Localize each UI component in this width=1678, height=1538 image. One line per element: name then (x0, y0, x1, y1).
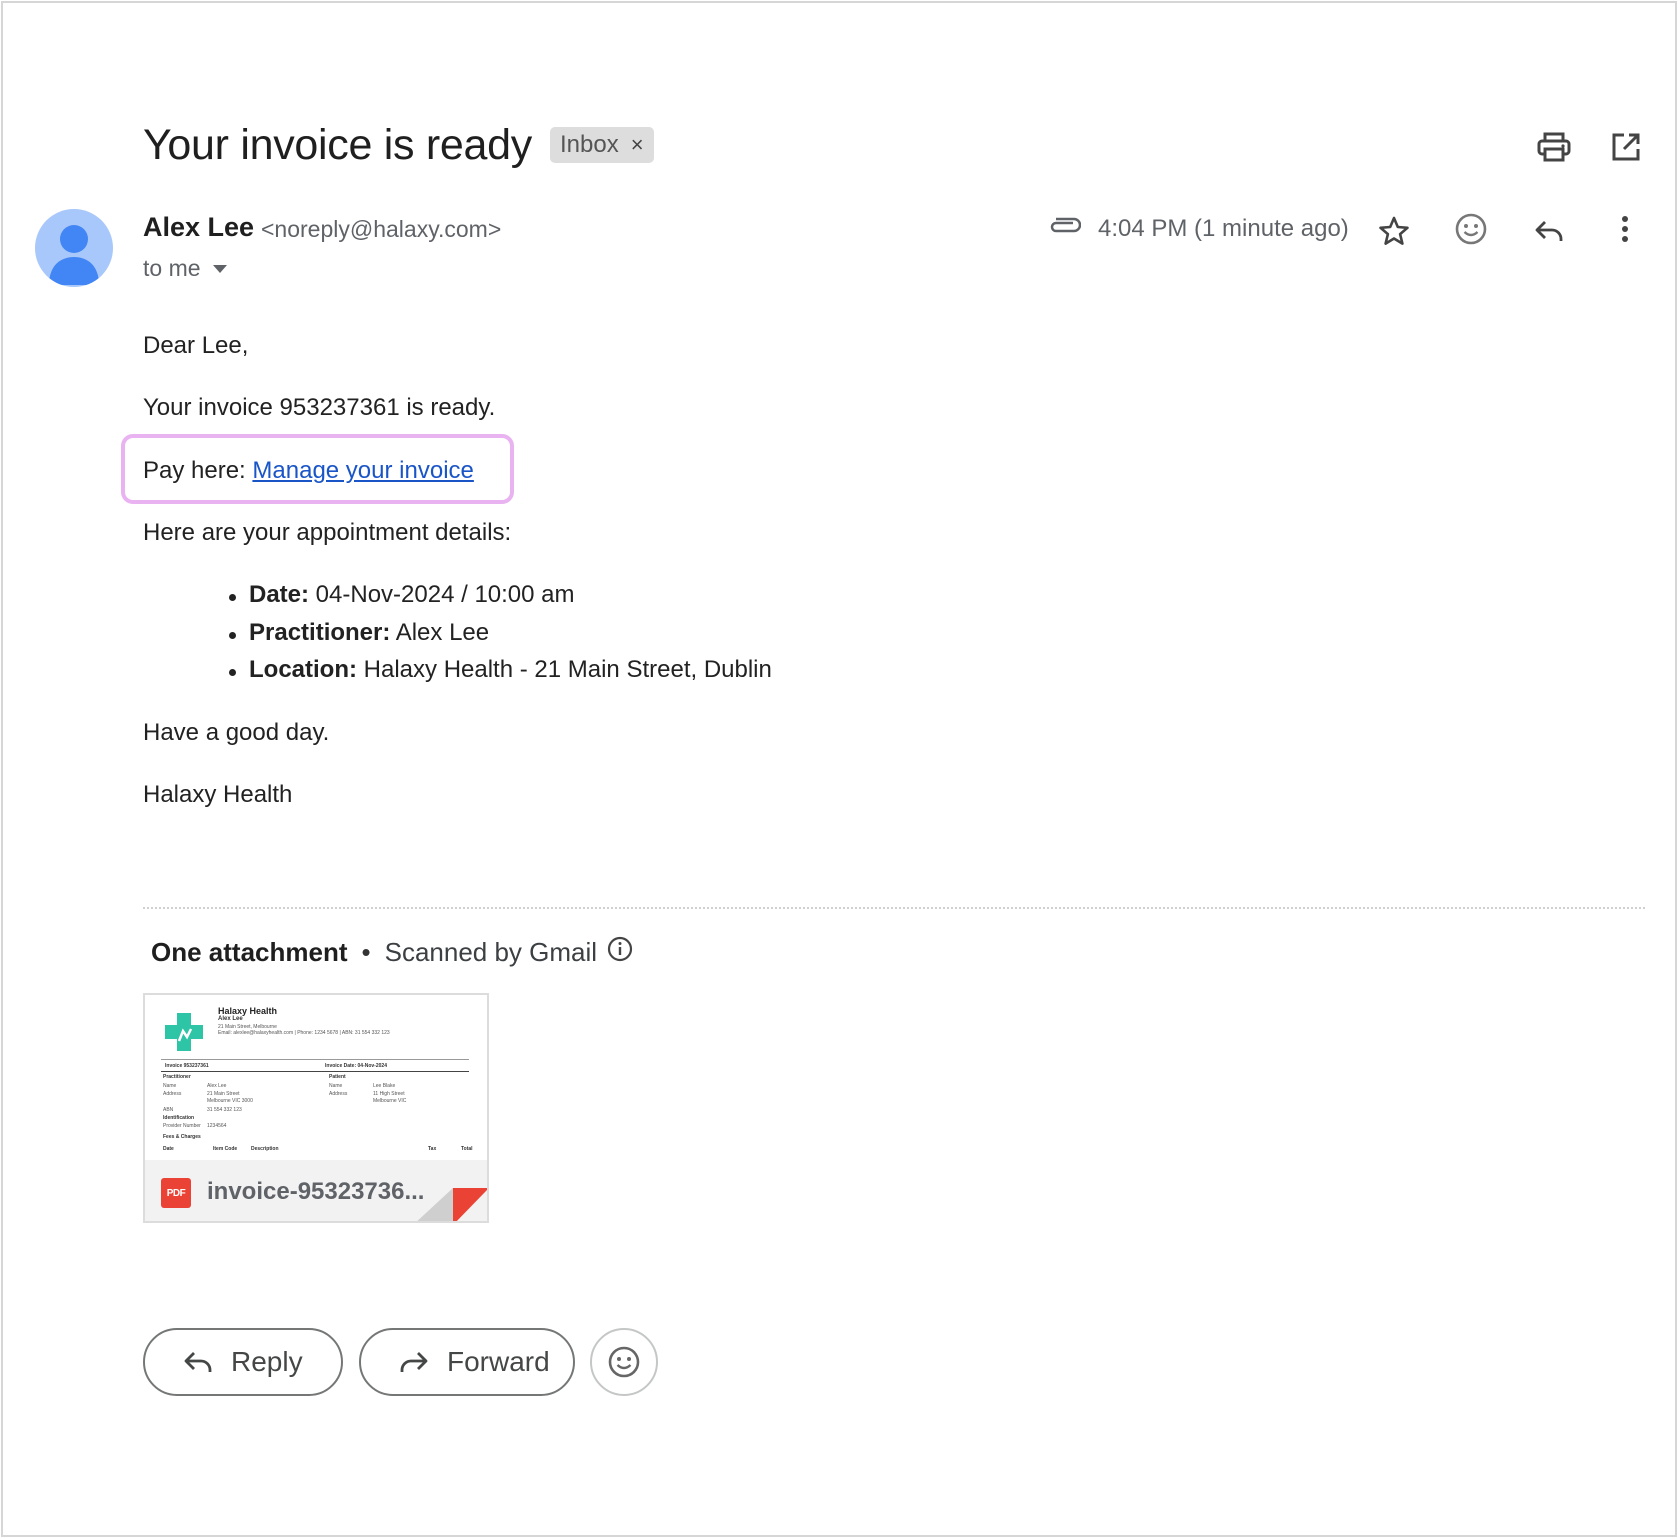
thumb-patient-address: Melbourne VIC (373, 1098, 407, 1104)
thumb-invoice-date: Invoice Date: 04-Nov-2024 (325, 1063, 387, 1069)
info-icon[interactable] (607, 936, 633, 969)
thumb-address-value: 21 Main Street (207, 1091, 240, 1097)
thumb-fees: Fees & Charges (163, 1134, 201, 1140)
thumb-patient-name: Lee Blake (373, 1083, 396, 1089)
pdf-icon: PDF (161, 1178, 191, 1208)
email-subject: Your invoice is ready (143, 121, 532, 169)
invoice-line: Your invoice 953237361 is ready. (143, 394, 496, 421)
thumb-provider-value: 1234564 (207, 1123, 227, 1129)
thumb-patient-address-label: Address (329, 1091, 348, 1097)
reply-label: Reply (231, 1346, 303, 1377)
detail-label: Date: (249, 581, 310, 608)
recipient-text: to me (143, 255, 201, 281)
chevron-down-icon (212, 264, 227, 273)
separator: • (361, 937, 371, 967)
emoji-icon[interactable] (1451, 209, 1491, 249)
emoji-reaction-button[interactable] (590, 1328, 658, 1396)
thumb-col-total: Total (461, 1146, 473, 1152)
list-item: Location: Halaxy Health - 21 Main Street… (227, 656, 772, 694)
thumb-patient-name-label: Name (329, 1083, 343, 1089)
halaxy-logo-icon (165, 1013, 203, 1051)
thumb-address-label: Address (163, 1091, 182, 1097)
thumb-address-value: Melbourne VIC 3000 (207, 1098, 253, 1104)
pay-prefix: Pay here: (143, 457, 253, 484)
detail-value: 04-Nov-2024 / 10:00 am (309, 581, 575, 608)
reply-button[interactable]: Reply (143, 1328, 343, 1396)
divider (143, 907, 1645, 909)
timestamp: 4:04 PM (1 minute ago) (1098, 215, 1349, 242)
detail-value: Halaxy Health - 21 Main Street, Dublin (357, 656, 772, 683)
thumb-name-value: Alex Lee (207, 1083, 227, 1089)
thumb-org: Halaxy Health (218, 1006, 278, 1016)
list-item: Practitioner: Alex Lee (227, 619, 772, 657)
forward-button[interactable]: Forward (359, 1328, 575, 1396)
thumb-patient-address: 11 High Street (373, 1091, 405, 1097)
thumb-col-item: Item Code (213, 1146, 238, 1152)
open-in-new-window-icon[interactable] (1606, 127, 1646, 167)
attachment-filename: invoice-95323736... (207, 1178, 425, 1205)
avatar-person-icon (49, 225, 99, 285)
thumb-invoice-no: Invoice 953237361 (165, 1063, 209, 1069)
thumb-person: Alex Lee (218, 1016, 243, 1022)
detail-label: Location: (249, 656, 357, 683)
thumb-rule (161, 1071, 469, 1072)
emoji-icon (608, 1346, 640, 1378)
sender-email: <noreply@halaxy.com> (261, 216, 502, 242)
thumb-provider-label: Provider Number (163, 1123, 201, 1129)
star-icon[interactable] (1374, 211, 1414, 251)
thumb-patient-head: Patient (329, 1074, 346, 1080)
recipient-details-toggle[interactable]: to me (143, 255, 227, 282)
forward-icon (400, 1352, 428, 1372)
manage-invoice-link[interactable]: Manage your invoice (252, 457, 473, 484)
detail-label: Practitioner: (249, 618, 391, 646)
thumb-rule (161, 1059, 469, 1060)
attachment-card[interactable]: Halaxy Health Alex Lee 21 Main Street, M… (143, 993, 489, 1223)
detail-value: Alex Lee (390, 618, 490, 646)
thumb-name-label: Name (163, 1083, 177, 1089)
page-fold-icon (417, 1188, 487, 1221)
attachment-thumbnail: Halaxy Health Alex Lee 21 Main Street, M… (145, 995, 487, 1160)
more-vert-icon[interactable] (1605, 209, 1645, 249)
reply-icon (184, 1352, 212, 1372)
closing: Have a good day. (143, 719, 330, 746)
print-icon[interactable] (1534, 127, 1574, 167)
attachments-header: One attachment • Scanned by Gmail (151, 936, 633, 969)
thumb-abn-value: 31 554 332 123 (207, 1107, 242, 1113)
reply-icon[interactable] (1529, 211, 1569, 251)
label-text: Inbox (560, 131, 619, 158)
avatar[interactable] (35, 209, 113, 287)
attachment-count: One attachment (151, 937, 348, 967)
greeting: Dear Lee, (143, 332, 249, 359)
thumb-identification: Identification (163, 1115, 195, 1121)
inbox-label-chip[interactable]: Inbox × (550, 127, 654, 163)
thumb-contact: Email: alexlee@halaxyhealth.com | Phone:… (218, 1030, 390, 1036)
remove-label-icon[interactable]: × (631, 132, 644, 158)
thumb-col-date: Date (163, 1146, 174, 1152)
email-view: Your invoice is ready Inbox × Alex Lee <… (1, 1, 1677, 1537)
list-item: Date: 04-Nov-2024 / 10:00 am (227, 581, 772, 619)
attachment-clip-icon (1046, 215, 1082, 239)
thumb-abn-label: ABN (163, 1107, 174, 1113)
scanned-label: Scanned by Gmail (384, 937, 598, 967)
details-intro: Here are your appointment details: (143, 519, 512, 546)
thumb-col-tax: Tax (428, 1146, 437, 1152)
appointment-details-list: Date: 04-Nov-2024 / 10:00 am Practitione… (227, 581, 772, 694)
pay-here-line: Pay here: Manage your invoice (143, 457, 474, 485)
thumb-col-desc: Description (251, 1146, 279, 1152)
sender-name[interactable]: Alex Lee (143, 212, 254, 243)
thumb-practitioner-head: Practitioner (163, 1074, 191, 1080)
signature: Halaxy Health (143, 781, 293, 808)
forward-label: Forward (447, 1346, 550, 1377)
